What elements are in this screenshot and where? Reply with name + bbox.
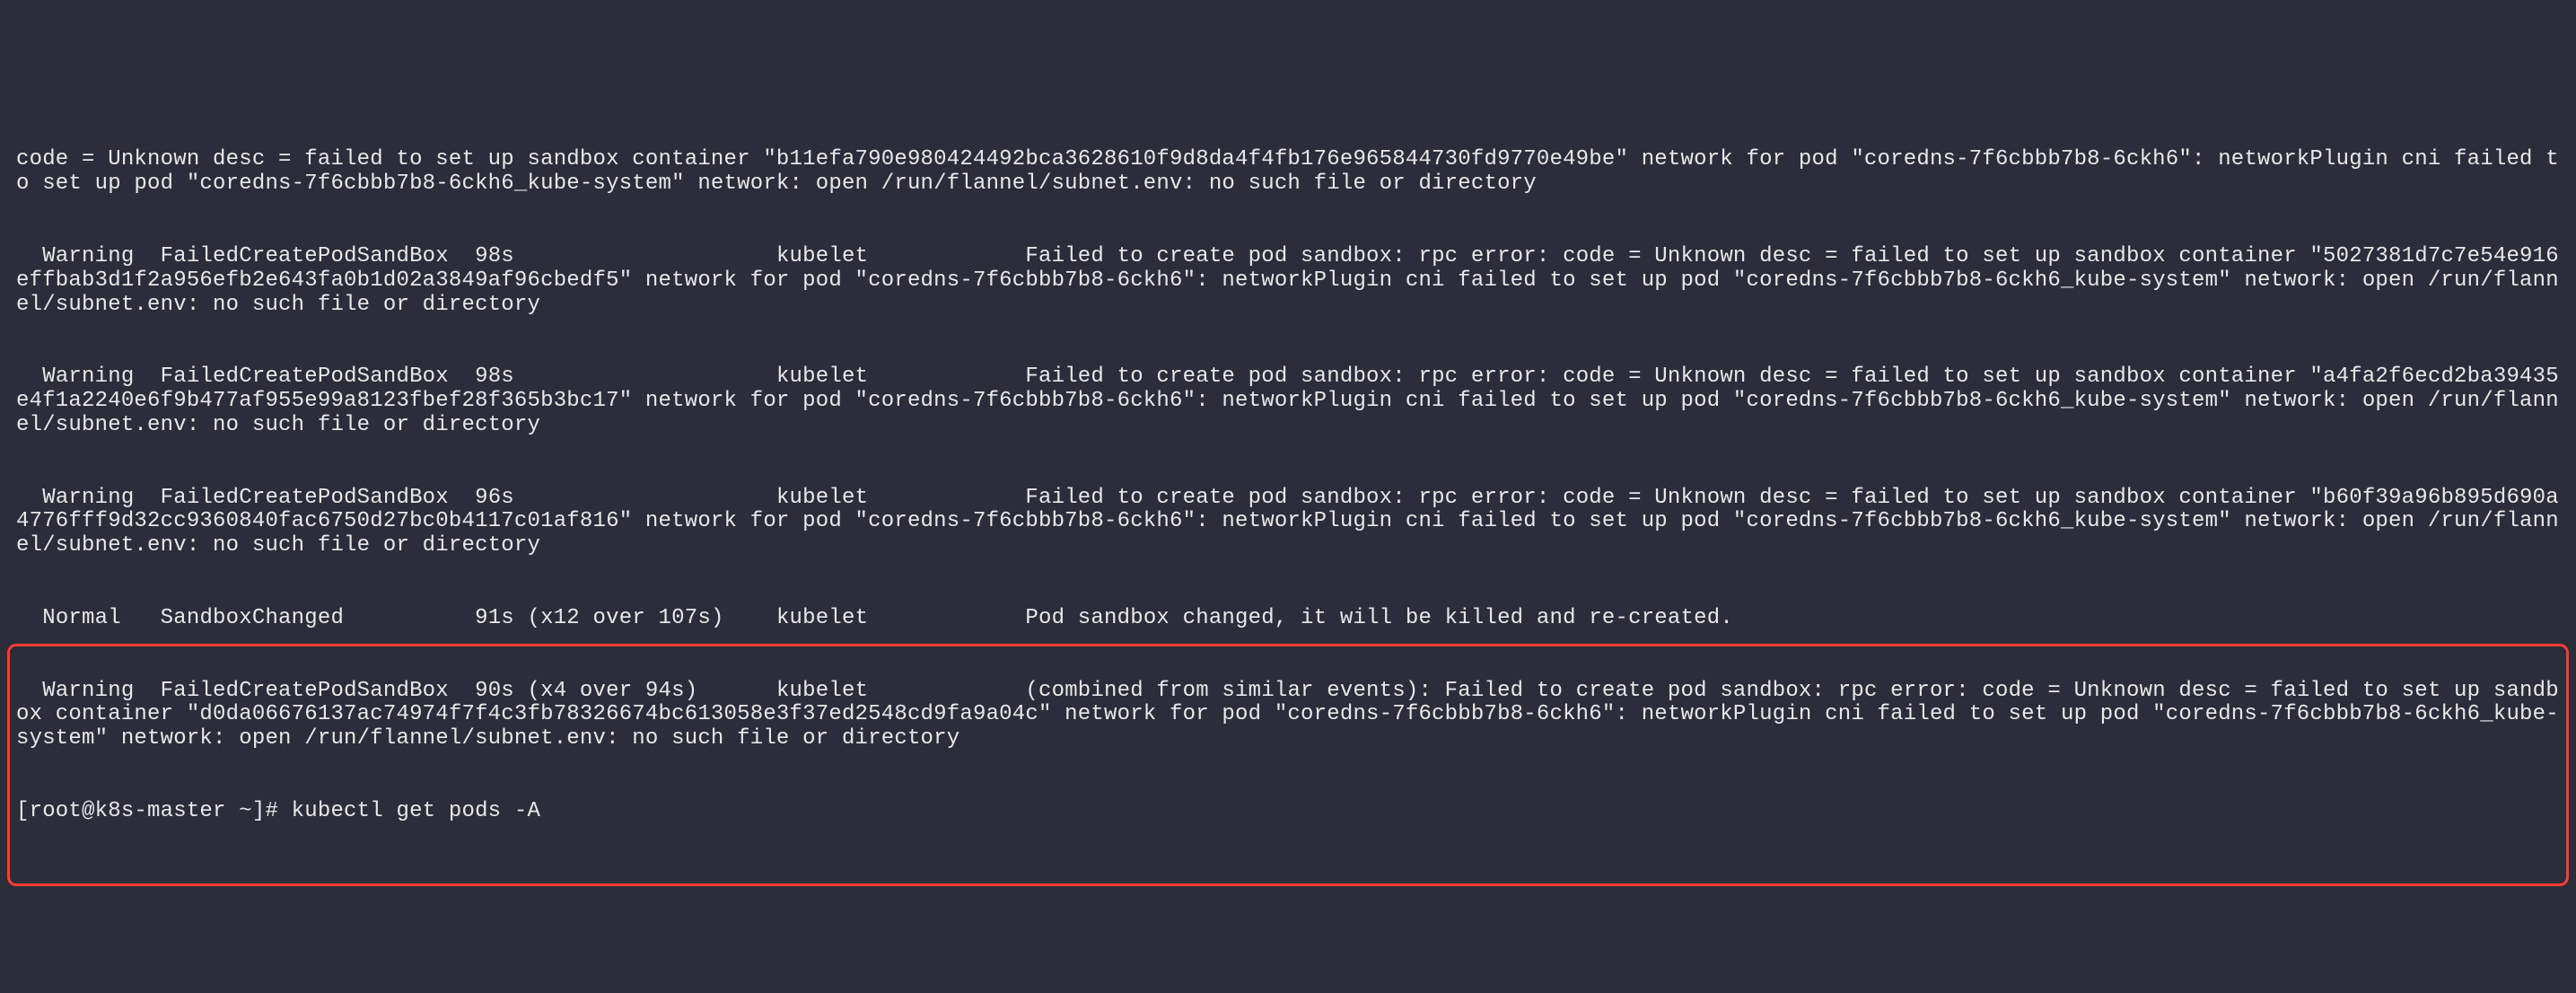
log-line: Warning FailedCreatePodSandBox 98s kubel… [16, 245, 2560, 318]
prompt-line[interactable]: [root@k8s-master ~]# kubectl get pods -A [16, 800, 2560, 824]
log-line: Warning FailedCreatePodSandBox 96s kubel… [16, 487, 2560, 559]
terminal-output[interactable]: code = Unknown desc = failed to set up s… [16, 101, 2560, 873]
log-line: Warning FailedCreatePodSandBox 98s kubel… [16, 365, 2560, 438]
log-line: Normal SandboxChanged 91s (x12 over 107s… [16, 607, 2560, 631]
log-line: code = Unknown desc = failed to set up s… [16, 148, 2560, 197]
log-line: Warning FailedCreatePodSandBox 90s (x4 o… [16, 680, 2560, 752]
